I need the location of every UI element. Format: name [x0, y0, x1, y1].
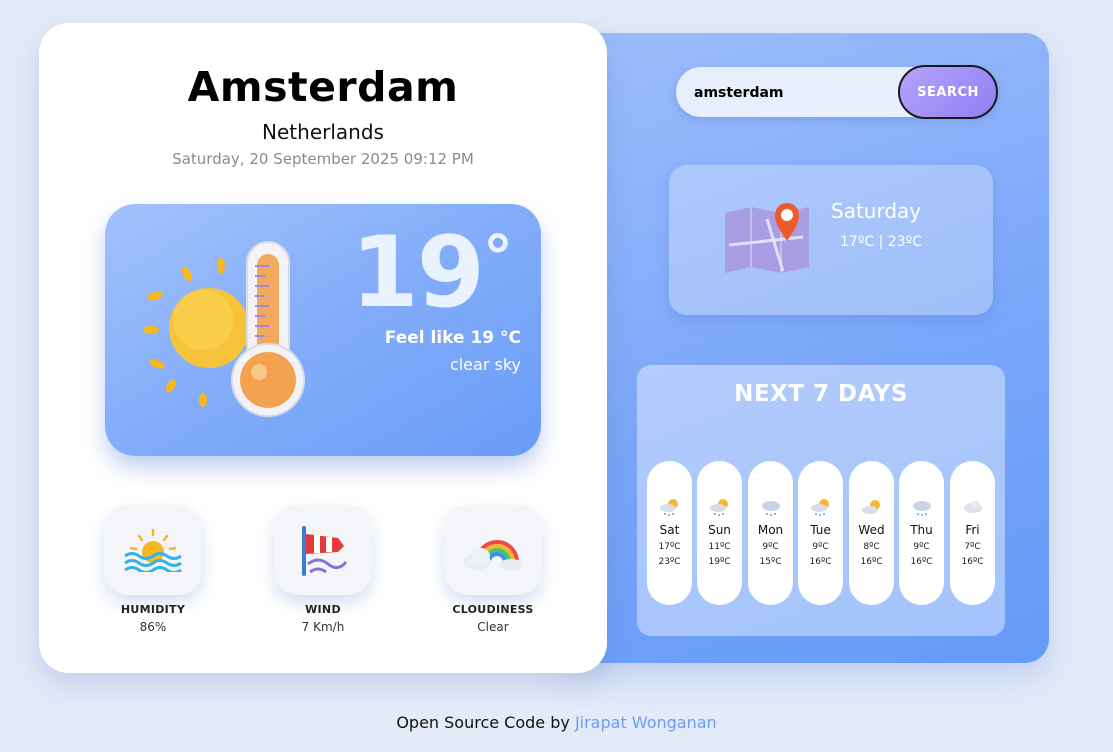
forecast-day-name: Wed: [858, 523, 885, 537]
search-bar: SEARCH: [676, 65, 998, 119]
temperature-value: 19°: [351, 223, 513, 322]
sun-cloud-icon: [861, 500, 880, 514]
forecast-low: 11ºC: [708, 542, 731, 552]
temperature-number: 19: [350, 216, 485, 330]
forecast-low: 9ºC: [762, 542, 779, 552]
forecast-day-card[interactable]: Tue 9ºC 16ºC: [798, 461, 843, 605]
current-weather-card: Amsterdam Netherlands Saturday, 20 Septe…: [39, 23, 607, 673]
wind-icon-box: [274, 505, 372, 595]
windsock-icon: [302, 526, 348, 576]
cloud-rain-icon: [912, 501, 931, 516]
cloud-icon: [963, 501, 982, 513]
footer-text: Open Source Code by: [396, 713, 570, 732]
cloudiness-icon-box: [444, 505, 542, 595]
forecast-low: 17ºC: [658, 542, 681, 552]
forecast-high: 16ºC: [961, 557, 984, 567]
country-name: Netherlands: [262, 120, 384, 144]
sun-thermometer-icon: [143, 241, 305, 417]
forecast-day-name: Fri: [965, 523, 980, 537]
humidity-icon-box: [104, 505, 202, 595]
feels-like: Feel like 19 °C: [384, 328, 521, 348]
cloudiness-value: Clear: [477, 620, 509, 634]
today-temp-range: 17ºC | 23ºC: [840, 234, 922, 250]
today-day: Saturday: [831, 199, 922, 223]
city-name: Amsterdam: [187, 63, 459, 111]
sun-cloud-rain-icon: [810, 499, 829, 516]
sun-cloud-rain-icon: [709, 499, 728, 516]
forecast-low: 9ºC: [812, 542, 829, 552]
author-link[interactable]: Jirapat Wonganan: [575, 713, 717, 732]
cloudiness-label: CLOUDINESS: [452, 603, 534, 616]
forecast-day-name: Sun: [708, 523, 731, 537]
forecast-high: 16ºC: [860, 557, 883, 567]
forecast-high: 16ºC: [809, 557, 832, 567]
forecast-day-name: Mon: [757, 523, 784, 537]
temperature-card: 19° Feel like 19 °C clear sky: [105, 204, 541, 456]
forecast-high: 19ºC: [708, 557, 731, 567]
forecast-high: 16ºC: [910, 557, 933, 567]
degree-symbol: °: [483, 223, 513, 293]
forecast-low: 8ºC: [863, 542, 880, 552]
forecast-day-card[interactable]: Wed 8ºC 16ºC: [849, 461, 894, 605]
forecast-day-card[interactable]: Sat 17ºC 23ºC: [647, 461, 692, 605]
cloudiness-stat: CLOUDINESS Clear: [423, 505, 563, 634]
today-summary-card: Saturday 17ºC | 23ºC: [669, 165, 993, 315]
forecast-low: 9ºC: [913, 542, 930, 552]
sun-over-water-icon: [124, 528, 182, 572]
forecast-low: 7ºC: [964, 542, 981, 552]
forecast-day-card[interactable]: Sun 11ºC 19ºC: [697, 461, 742, 605]
seven-day-forecast: NEXT 7 DAYS Sat 17ºC 23ºC Sun 11ºC 19ºC …: [637, 365, 1005, 636]
forecast-day-card[interactable]: Thu 9ºC 16ºC: [899, 461, 944, 605]
humidity-stat: HUMIDITY 86%: [83, 505, 223, 634]
forecast-day-card[interactable]: Fri 7ºC 16ºC: [950, 461, 995, 605]
rainbow-cloud-icon: [463, 540, 523, 571]
forecast-day-name: Sat: [659, 523, 680, 537]
humidity-label: HUMIDITY: [120, 603, 186, 616]
forecast-high: 15ºC: [759, 557, 782, 567]
forecast-day-card[interactable]: Mon 9ºC 15ºC: [748, 461, 793, 605]
wind-label: WIND: [305, 603, 341, 616]
humidity-value: 86%: [139, 620, 167, 634]
weather-description: clear sky: [449, 355, 521, 374]
map-pin-icon: [725, 203, 809, 273]
forecast-title: NEXT 7 DAYS: [734, 381, 908, 407]
forecast-day-name: Tue: [810, 523, 831, 537]
cloud-rain-icon: [761, 501, 780, 516]
forecast-high: 23ºC: [658, 557, 681, 567]
wind-stat: WIND 7 Km/h: [253, 505, 393, 634]
footer-credit: Open Source Code by Jirapat Wonganan: [0, 713, 1113, 732]
forecast-day-name: Thu: [910, 523, 933, 537]
search-button[interactable]: SEARCH: [898, 65, 998, 119]
wind-value: 7 Km/h: [301, 620, 345, 634]
sun-cloud-rain-icon: [659, 499, 678, 516]
date-time: Saturday, 20 September 2025 09:12 PM: [172, 150, 474, 168]
search-input[interactable]: [692, 77, 886, 109]
